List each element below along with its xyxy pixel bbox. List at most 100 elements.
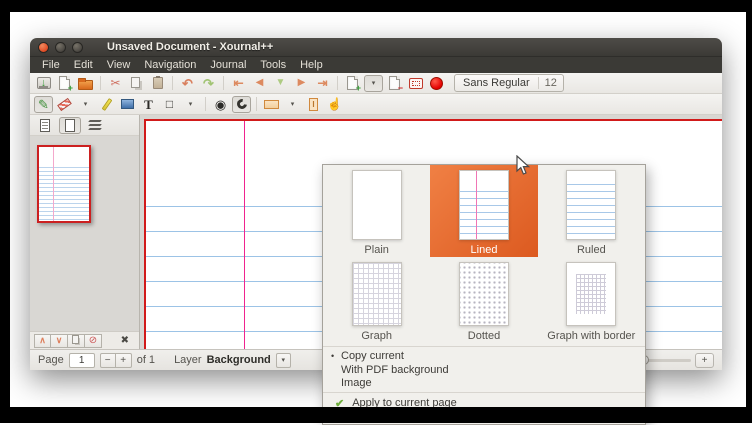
- down-arrow-icon: ▼: [276, 78, 286, 88]
- template-dotted[interactable]: Dotted: [430, 257, 537, 343]
- menu-separator: [323, 346, 645, 347]
- select-rectangle-button[interactable]: [262, 96, 281, 113]
- previous-page-icon: ◀: [256, 78, 264, 88]
- menu-file[interactable]: File: [36, 57, 66, 73]
- insert-page-button[interactable]: +: [343, 75, 362, 92]
- redo-button[interactable]: ↷: [199, 75, 218, 92]
- toolbar-separator: [337, 76, 338, 90]
- menu-item-image[interactable]: Image: [323, 376, 645, 389]
- mouse-cursor: [516, 155, 530, 176]
- page-thumbnail[interactable]: [37, 145, 91, 223]
- first-page-button[interactable]: ⇤: [229, 75, 248, 92]
- image-tool-button[interactable]: [118, 96, 137, 113]
- delete-page-sidebar-button[interactable]: ⊘: [85, 334, 102, 348]
- eraser-options-button[interactable]: ▾: [76, 96, 95, 113]
- menu-item-copy-current[interactable]: • Copy current: [323, 350, 645, 363]
- presentation-button[interactable]: [406, 75, 425, 92]
- page-margin-line: [244, 121, 245, 349]
- snapping-button[interactable]: [232, 96, 251, 113]
- next-layer-button[interactable]: ▼: [271, 75, 290, 92]
- undo-button[interactable]: ↶: [178, 75, 197, 92]
- hand-icon: ☝: [327, 98, 342, 110]
- cut-button[interactable]: ✂: [106, 75, 125, 92]
- record-button[interactable]: [427, 75, 446, 92]
- close-button[interactable]: [38, 42, 49, 53]
- maximize-button[interactable]: [72, 42, 83, 53]
- menu-separator: [323, 392, 645, 393]
- tab-layers[interactable]: [84, 117, 106, 134]
- shape-recognizer-button[interactable]: ◉: [211, 96, 230, 113]
- graph-preview: [352, 262, 402, 326]
- page-template-dropdown-button[interactable]: ▾: [364, 75, 383, 92]
- page-number-input[interactable]: [69, 353, 95, 368]
- text-icon: T: [144, 98, 153, 111]
- new-document-button[interactable]: +: [55, 75, 74, 92]
- menu-navigation[interactable]: Navigation: [138, 57, 202, 73]
- bullet-icon: •: [331, 351, 341, 361]
- menu-journal[interactable]: Journal: [204, 57, 252, 73]
- shape-icon: □: [166, 98, 173, 110]
- page-template-menu: Plain Lined Ruled Graph Dotted: [322, 164, 646, 425]
- copy-page-button[interactable]: [68, 334, 85, 348]
- font-size[interactable]: 12: [539, 77, 563, 89]
- tab-contents[interactable]: [34, 117, 56, 134]
- shape-options-button[interactable]: ▾: [181, 96, 200, 113]
- next-page-icon: ▶: [298, 78, 306, 88]
- template-graph[interactable]: Graph: [323, 257, 430, 343]
- shape-tool-button[interactable]: □: [160, 96, 179, 113]
- page-increment-button[interactable]: +: [116, 353, 132, 368]
- minimize-button[interactable]: [55, 42, 66, 53]
- close-sidebar-button[interactable]: ✖: [121, 335, 129, 346]
- pen-icon: ✎: [38, 98, 49, 111]
- toolbar-separator: [172, 76, 173, 90]
- template-ruled[interactable]: Ruled: [538, 165, 645, 257]
- highlighter-icon: [101, 98, 112, 111]
- plain-preview: [352, 170, 402, 240]
- menu-item-with-pdf-background[interactable]: With PDF background: [323, 363, 645, 376]
- menu-help[interactable]: Help: [294, 57, 329, 73]
- delete-page-icon: −: [389, 76, 400, 90]
- save-button[interactable]: ↓: [34, 75, 53, 92]
- move-page-up-button[interactable]: ∧: [34, 334, 51, 348]
- highlighter-tool-button[interactable]: [97, 96, 116, 113]
- font-button[interactable]: Sans Regular 12: [454, 74, 564, 92]
- menu-view[interactable]: View: [101, 57, 137, 73]
- vertical-space-button[interactable]: I: [304, 96, 323, 113]
- insert-page-icon: +: [347, 76, 358, 90]
- menubar: File Edit View Navigation Journal Tools …: [30, 57, 722, 73]
- zoom-in-button[interactable]: +: [695, 353, 714, 368]
- dropdown-arrow-icon: ▾: [372, 80, 376, 87]
- template-lined[interactable]: Lined: [430, 165, 537, 257]
- titlebar[interactable]: Unsaved Document - Xournal++: [30, 38, 722, 57]
- open-folder-icon: [78, 80, 93, 90]
- paste-button[interactable]: [148, 75, 167, 92]
- move-page-down-button[interactable]: ∨: [51, 334, 68, 348]
- chevron-down-icon: ▾: [282, 357, 286, 364]
- thumbnail-margin-line: [53, 147, 54, 221]
- text-tool-button[interactable]: T: [139, 96, 158, 113]
- open-button[interactable]: [76, 75, 95, 92]
- menu-edit[interactable]: Edit: [68, 57, 99, 73]
- dotted-preview: [459, 262, 509, 326]
- menu-tools[interactable]: Tools: [254, 57, 292, 73]
- template-graph-with-border[interactable]: Graph with border: [538, 257, 645, 343]
- thumbnail-lines: [39, 167, 89, 221]
- presentation-icon: [409, 78, 423, 89]
- delete-page-button[interactable]: −: [385, 75, 404, 92]
- template-plain[interactable]: Plain: [323, 165, 430, 257]
- select-options-button[interactable]: ▾: [283, 96, 302, 113]
- tab-page-preview[interactable]: [59, 117, 81, 134]
- next-page-button[interactable]: ▶: [292, 75, 311, 92]
- copy-button[interactable]: [127, 75, 146, 92]
- paste-icon: [153, 77, 163, 89]
- pen-tool-button[interactable]: ✎: [34, 96, 53, 113]
- layer-dropdown-button[interactable]: ▾: [276, 353, 291, 368]
- page-decrement-button[interactable]: −: [100, 353, 116, 368]
- hand-tool-button[interactable]: ☝: [325, 96, 344, 113]
- letterbox-bottom: [0, 407, 752, 423]
- previous-page-button[interactable]: ◀: [250, 75, 269, 92]
- eraser-tool-button[interactable]: [55, 96, 74, 113]
- last-page-button[interactable]: ⇥: [313, 75, 332, 92]
- toolbar-separator: [205, 97, 206, 111]
- font-name[interactable]: Sans Regular: [455, 77, 539, 89]
